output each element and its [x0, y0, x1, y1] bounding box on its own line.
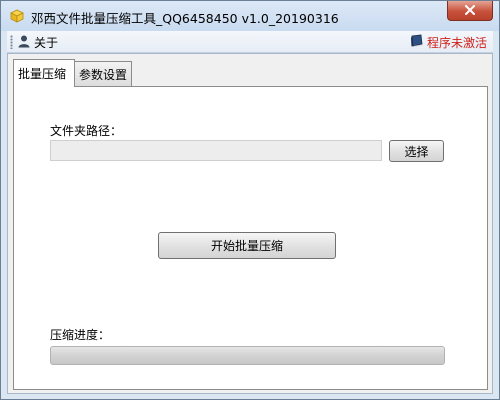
select-button-label: 选择 — [404, 144, 429, 159]
tab-label: 参数设置 — [79, 68, 128, 82]
client-area: 批量压缩 参数设置 文件夹路径： 选择 开始批量压缩 压缩进度： — [7, 53, 493, 394]
menu-about[interactable]: 关于 — [17, 33, 58, 51]
user-icon — [17, 34, 31, 51]
progress-label: 压缩进度： — [50, 328, 111, 342]
window-title: 邓西文件批量压缩工具_QQ6458450 v1.0_20190316 — [31, 11, 339, 26]
book-icon — [409, 34, 424, 51]
app-window: 邓西文件批量压缩工具_QQ6458450 v1.0_20190316 关于 程序… — [0, 0, 500, 400]
select-button[interactable]: 选择 — [389, 140, 444, 162]
menu-activate[interactable]: 程序未激活 — [409, 33, 487, 51]
close-button[interactable] — [447, 1, 493, 21]
menu-bar: 关于 程序未激活 — [7, 31, 493, 53]
folder-path-input[interactable] — [50, 140, 382, 161]
progress-bar — [50, 346, 445, 365]
tab-label: 批量压缩 — [18, 67, 67, 81]
start-compress-button[interactable]: 开始批量压缩 — [158, 232, 336, 259]
tab-batch-compress[interactable]: 批量压缩 — [13, 59, 75, 87]
start-button-label: 开始批量压缩 — [210, 239, 283, 253]
close-icon — [464, 4, 476, 18]
folder-path-label: 文件夹路径： — [50, 124, 123, 138]
tab-panel: 文件夹路径： 选择 开始批量压缩 压缩进度： — [13, 86, 488, 390]
menu-about-label: 关于 — [34, 35, 59, 50]
menu-activate-label: 程序未激活 — [426, 35, 487, 50]
toolbar-grip[interactable] — [10, 35, 13, 49]
title-bar[interactable]: 邓西文件批量压缩工具_QQ6458450 v1.0_20190316 — [1, 1, 499, 31]
app-icon — [9, 8, 25, 24]
tab-settings[interactable]: 参数设置 — [74, 61, 132, 87]
